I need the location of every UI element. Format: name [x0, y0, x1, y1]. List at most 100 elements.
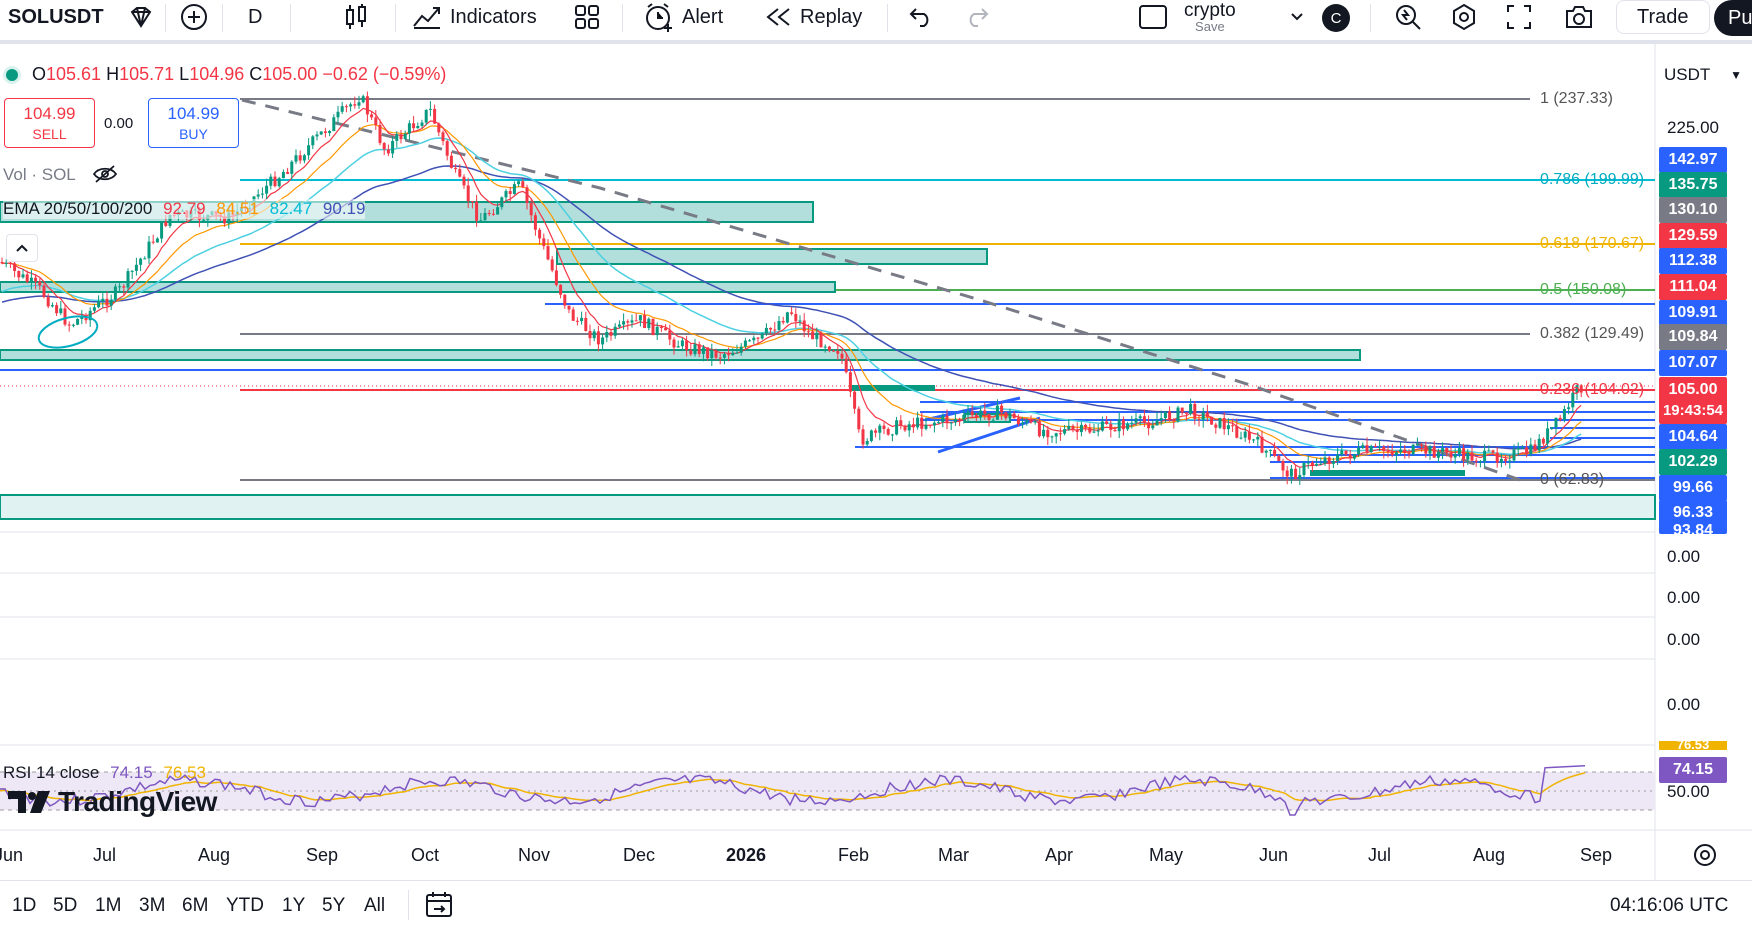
candle-body: [781, 321, 785, 323]
rsi-legend-label: RSI 14 close: [3, 763, 100, 782]
candle-body: [1109, 423, 1113, 430]
candle-body: [1487, 450, 1491, 452]
range-6m[interactable]: 6M: [182, 895, 208, 917]
eye-off-icon[interactable]: [92, 164, 118, 184]
currency-select[interactable]: USDT ▼: [1656, 60, 1748, 90]
candle-body: [785, 312, 789, 323]
candles-icon[interactable]: [344, 0, 368, 34]
ema-legend[interactable]: EMA 20/50/100/200 92.79 84.51 82.47 90.1…: [3, 199, 366, 219]
settings-icon[interactable]: [1450, 0, 1478, 34]
candle-body: [798, 320, 802, 322]
buy-label: BUY: [179, 126, 208, 142]
candle-body: [151, 241, 155, 243]
candle-body: [1352, 454, 1356, 459]
candle-body: [1210, 416, 1214, 425]
compare-add-icon[interactable]: [180, 0, 208, 34]
ema-50-value: 84.51: [216, 199, 259, 218]
favorite-icon[interactable]: [128, 0, 154, 34]
range-1d[interactable]: 1D: [12, 895, 36, 917]
range-3m[interactable]: 3M: [139, 895, 165, 917]
candle-body: [714, 350, 718, 358]
tradingview-logo-icon: [8, 791, 50, 813]
undo-icon[interactable]: [908, 0, 934, 34]
volume-legend[interactable]: Vol · SOL: [3, 164, 118, 185]
candle-body: [491, 213, 495, 215]
range-1y[interactable]: 1Y: [282, 895, 305, 917]
replay-button[interactable]: Replay: [764, 0, 862, 34]
indicators-button[interactable]: Indicators: [412, 0, 537, 34]
candle-body: [991, 419, 995, 421]
candle-body: [160, 221, 164, 239]
candle-body: [21, 274, 25, 278]
candle-body: [1336, 454, 1340, 462]
candle-body: [1315, 463, 1319, 466]
open-value: 105.61: [46, 64, 102, 84]
range-all[interactable]: All: [364, 895, 385, 917]
range-5d[interactable]: 5D: [53, 895, 77, 917]
candle-body: [1499, 458, 1503, 463]
candle-body: [521, 181, 525, 188]
layout-name-button[interactable]: crypto Save: [1184, 0, 1236, 34]
rsi-legend[interactable]: RSI 14 close 74.15 76.53: [3, 763, 206, 783]
candle-body: [441, 132, 445, 142]
candle-body: [1453, 453, 1457, 458]
range-1m[interactable]: 1M: [95, 895, 121, 917]
candle-body: [932, 422, 936, 426]
range-5y[interactable]: 5Y: [322, 895, 345, 917]
templates-icon[interactable]: [574, 0, 600, 34]
avatar[interactable]: C: [1322, 4, 1350, 32]
utc-clock[interactable]: 04:16:06 UTC: [1610, 895, 1728, 917]
candle-body: [1533, 444, 1537, 451]
candle-body: [668, 330, 672, 340]
candle-body: [475, 201, 479, 221]
candle-body: [756, 337, 760, 339]
demand-zone: [0, 494, 1656, 520]
camera-icon[interactable]: [1564, 0, 1594, 34]
candle-body: [1306, 462, 1310, 464]
candle-body: [437, 123, 441, 133]
candle-body: [508, 191, 512, 195]
symbol-search[interactable]: SOLUSDT: [8, 0, 104, 34]
collapse-legend-button[interactable]: [6, 234, 38, 262]
candle-body: [1432, 446, 1436, 458]
candle-body: [25, 274, 29, 282]
interval-button[interactable]: D: [248, 0, 262, 34]
candle-body: [1184, 412, 1188, 414]
candle-body: [1138, 416, 1142, 419]
redo-icon[interactable]: [964, 0, 990, 34]
trade-button[interactable]: Trade: [1616, 0, 1710, 34]
candle-body: [743, 340, 747, 347]
candle-body: [1033, 421, 1037, 423]
candle-body: [311, 136, 315, 146]
candle-body: [126, 271, 130, 288]
candle-body: [281, 171, 285, 179]
candle-body: [1361, 445, 1365, 448]
candle-body: [538, 229, 542, 239]
candle-body: [391, 140, 395, 154]
candle-body: [1260, 436, 1264, 453]
candle-body: [609, 331, 613, 336]
candle-body: [617, 324, 621, 327]
sell-button[interactable]: 104.99 SELL: [4, 98, 95, 148]
fullscreen-icon[interactable]: [1506, 0, 1532, 34]
alert-button[interactable]: Alert: [644, 0, 723, 34]
buy-button[interactable]: 104.99 BUY: [148, 98, 239, 148]
price-chart[interactable]: [0, 44, 1752, 928]
layout-icon[interactable]: [1138, 0, 1168, 34]
rewind-icon: [766, 8, 790, 26]
sell-price: 104.99: [23, 104, 76, 123]
candle-body: [1037, 421, 1041, 437]
publish-button[interactable]: Pu: [1714, 0, 1752, 36]
candle-body: [571, 309, 575, 321]
candle-body: [865, 440, 869, 445]
chevron-down-icon[interactable]: [1290, 0, 1304, 34]
quick-search-icon[interactable]: [1394, 0, 1422, 34]
go-to-date-icon[interactable]: [424, 890, 454, 925]
close-key: C: [249, 64, 263, 84]
candle-body: [1193, 403, 1197, 419]
axis-settings-icon[interactable]: [1692, 842, 1718, 873]
range-ytd[interactable]: YTD: [226, 895, 264, 917]
candle-body: [1105, 421, 1109, 424]
candle-body: [1365, 445, 1369, 452]
alert-label: Alert: [682, 5, 724, 28]
